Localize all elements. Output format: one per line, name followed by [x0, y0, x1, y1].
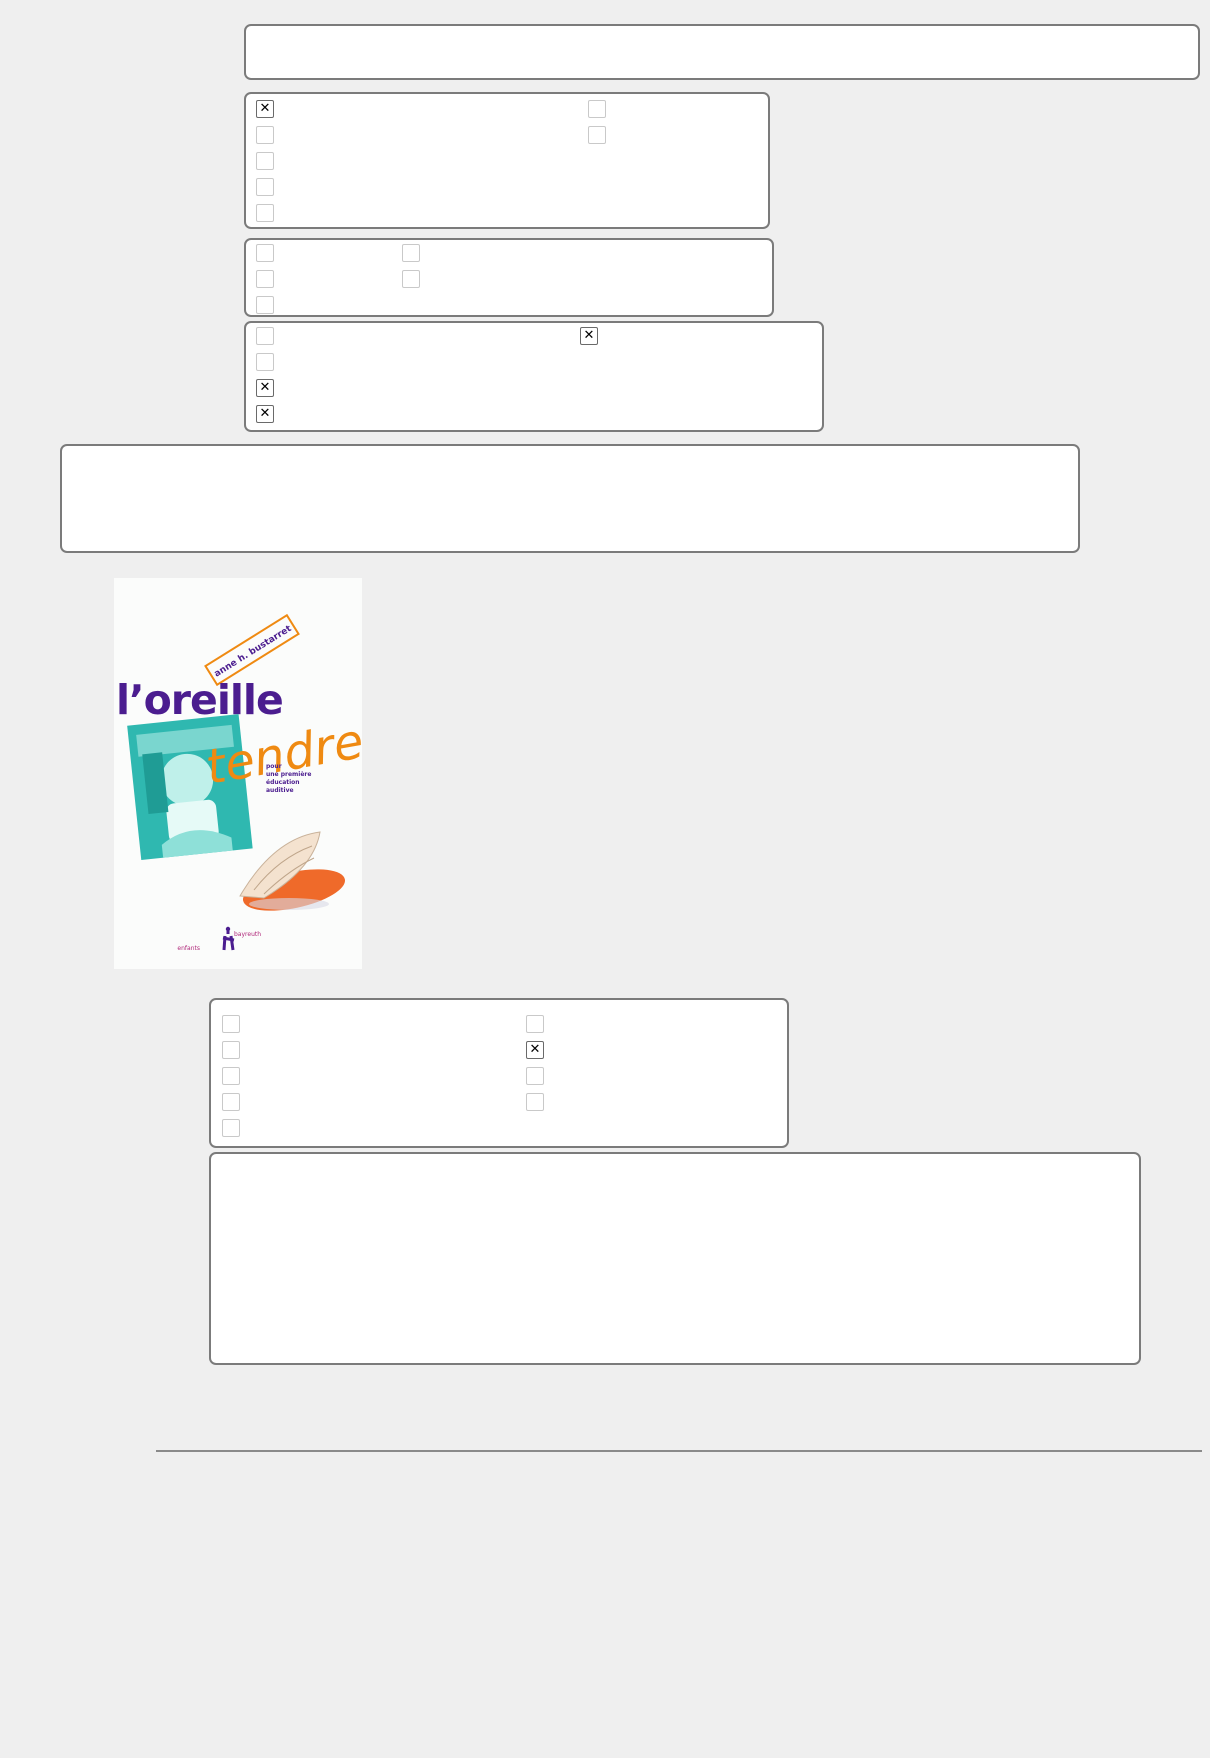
checkbox-1-6[interactable]	[588, 100, 606, 118]
checkbox-3-5[interactable]	[580, 327, 598, 345]
horizontal-divider	[156, 1450, 1202, 1452]
checkbox-1-2[interactable]	[256, 126, 274, 144]
checkbox-4-4[interactable]	[222, 1093, 240, 1111]
publisher-right: bayreuth	[234, 931, 261, 938]
textarea-1[interactable]	[60, 444, 1080, 553]
checkbox-group-1	[244, 92, 770, 229]
checkbox-4-6[interactable]	[526, 1015, 544, 1033]
checkbox-1-3[interactable]	[256, 152, 274, 170]
checkbox-1-4[interactable]	[256, 178, 274, 196]
checkbox-3-4[interactable]	[256, 405, 274, 423]
checkbox-3-1[interactable]	[256, 327, 274, 345]
checkbox-4-7[interactable]	[526, 1041, 544, 1059]
checkbox-1-5[interactable]	[256, 204, 274, 222]
cover-subtitle-line-1: pour	[266, 763, 282, 770]
checkbox-2-4[interactable]	[402, 244, 420, 262]
checkbox-3-3[interactable]	[256, 379, 274, 397]
text-input-field[interactable]	[244, 24, 1200, 80]
checkbox-4-8[interactable]	[526, 1067, 544, 1085]
checkbox-2-2[interactable]	[256, 270, 274, 288]
cover-subtitle-line-4: auditive	[266, 787, 294, 794]
checkbox-2-5[interactable]	[402, 270, 420, 288]
checkbox-4-5[interactable]	[222, 1119, 240, 1137]
checkbox-group-4	[209, 998, 789, 1148]
cover-title-part1: l’oreille	[116, 676, 283, 724]
checkbox-1-7[interactable]	[588, 126, 606, 144]
checkbox-4-2[interactable]	[222, 1041, 240, 1059]
checkbox-4-1[interactable]	[222, 1015, 240, 1033]
textarea-2[interactable]	[209, 1152, 1141, 1365]
checkbox-2-1[interactable]	[256, 244, 274, 262]
checkbox-3-2[interactable]	[256, 353, 274, 371]
checkbox-4-3[interactable]	[222, 1067, 240, 1085]
checkbox-1-1[interactable]	[256, 100, 274, 118]
checkbox-group-3	[244, 321, 824, 432]
checkbox-2-3[interactable]	[256, 296, 274, 314]
book-cover-image: anne h. bustarret l’oreille tendre pour …	[114, 578, 368, 969]
cover-subtitle-line-2: une première	[266, 771, 311, 778]
publisher-left: enfants	[177, 945, 200, 952]
checkbox-group-2	[244, 238, 774, 317]
checkbox-4-9[interactable]	[526, 1093, 544, 1111]
cover-subtitle-line-3: éducation	[266, 779, 300, 786]
